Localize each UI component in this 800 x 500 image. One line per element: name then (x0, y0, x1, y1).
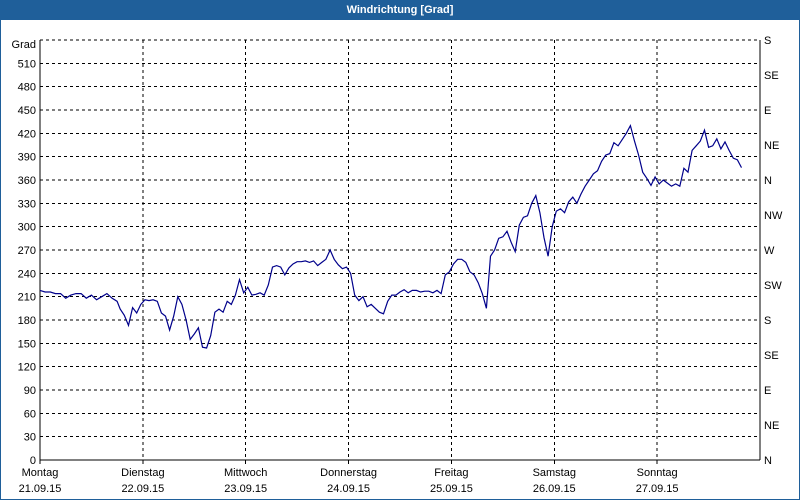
compass-label: SW (764, 280, 782, 292)
y-tick-label: 150 (18, 338, 36, 350)
y-tick-label: 330 (18, 198, 36, 210)
x-tick-date: 25.09.15 (430, 483, 473, 495)
compass-label: W (764, 245, 775, 257)
wind-direction-series-line (39, 123, 743, 349)
x-tick-day: Freitag (434, 467, 468, 479)
compass-label: N (764, 455, 772, 467)
y-tick-label: 390 (18, 152, 36, 164)
y-tick-label: 240 (18, 268, 36, 280)
x-tick-date: 21.09.15 (19, 483, 62, 495)
wind-direction-chart: 0 30 60 90 120 150 180 210 240 270 300 330 360 390 420… (12, 35, 783, 495)
y-tick-label: 360 (18, 175, 36, 187)
x-tick-date: 27.09.15 (636, 483, 679, 495)
x-tick-day: Sonntag (637, 467, 678, 479)
compass-label: NE (764, 420, 779, 432)
y-axis-label: Grad (12, 39, 36, 51)
y-tick-label: 270 (18, 245, 36, 257)
y-tick-label: 420 (18, 128, 36, 140)
x-tick-date: 23.09.15 (224, 483, 267, 495)
y-tick-label: 90 (24, 385, 36, 397)
y-tick-label: 510 (18, 58, 36, 70)
compass-label: SE (764, 70, 779, 82)
x-tick-day: Samstag (533, 467, 576, 479)
y-tick-label: 300 (18, 222, 36, 234)
y-tick-label: 450 (18, 105, 36, 117)
x-tick-day: Dienstag (121, 467, 164, 479)
y-tick-label: 30 (24, 432, 36, 444)
compass-label: E (764, 385, 771, 397)
y-tick-label: 480 (18, 82, 36, 94)
x-tick-day: Mittwoch (224, 467, 267, 479)
y-tick-label: 180 (18, 315, 36, 327)
x-tick-day: Montag (22, 467, 59, 479)
compass-label: E (764, 105, 771, 117)
x-tick-day: Donnerstag (320, 467, 377, 479)
compass-label: N (764, 175, 772, 187)
y-tick-label: 60 (24, 408, 36, 420)
compass-label: NE (764, 140, 779, 152)
compass-label: SE (764, 350, 779, 362)
x-tick-date: 22.09.15 (121, 483, 164, 495)
compass-label: S (764, 35, 771, 47)
compass-label: S (764, 315, 771, 327)
y-tick-label: 210 (18, 292, 36, 304)
y-tick-label: 0 (30, 455, 36, 467)
compass-label: NW (764, 210, 783, 222)
x-tick-date: 24.09.15 (327, 483, 370, 495)
y-tick-label: 120 (18, 362, 36, 374)
x-tick-date: 26.09.15 (533, 483, 576, 495)
